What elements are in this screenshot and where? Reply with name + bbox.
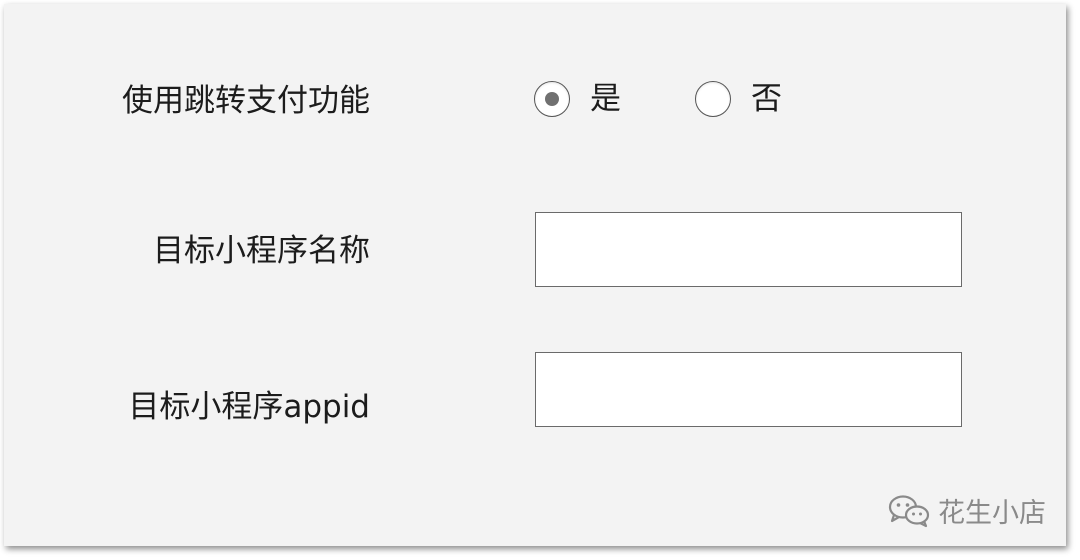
target-appid-label: 目标小程序appid <box>128 389 370 425</box>
target-name-input[interactable] <box>535 212 962 287</box>
radio-no[interactable]: 否 <box>695 79 782 119</box>
radio-no-label[interactable]: 否 <box>751 79 782 119</box>
wechat-icon <box>888 494 930 527</box>
jump-pay-label: 使用跳转支付功能 <box>122 83 370 119</box>
radio-selected-dot <box>545 92 559 106</box>
radio-no-circle[interactable] <box>695 81 731 117</box>
target-appid-input[interactable] <box>535 352 962 427</box>
target-name-label: 目标小程序名称 <box>153 233 370 269</box>
radio-yes-label[interactable]: 是 <box>590 79 621 119</box>
watermark: 花生小店 <box>888 491 1046 530</box>
radio-yes[interactable]: 是 <box>534 79 621 119</box>
radio-yes-circle[interactable] <box>534 81 570 117</box>
settings-panel: 使用跳转支付功能 是 否 目标小程序名称 目标小程序appid 花生小店 <box>4 4 1066 546</box>
watermark-text: 花生小店 <box>938 498 1046 529</box>
